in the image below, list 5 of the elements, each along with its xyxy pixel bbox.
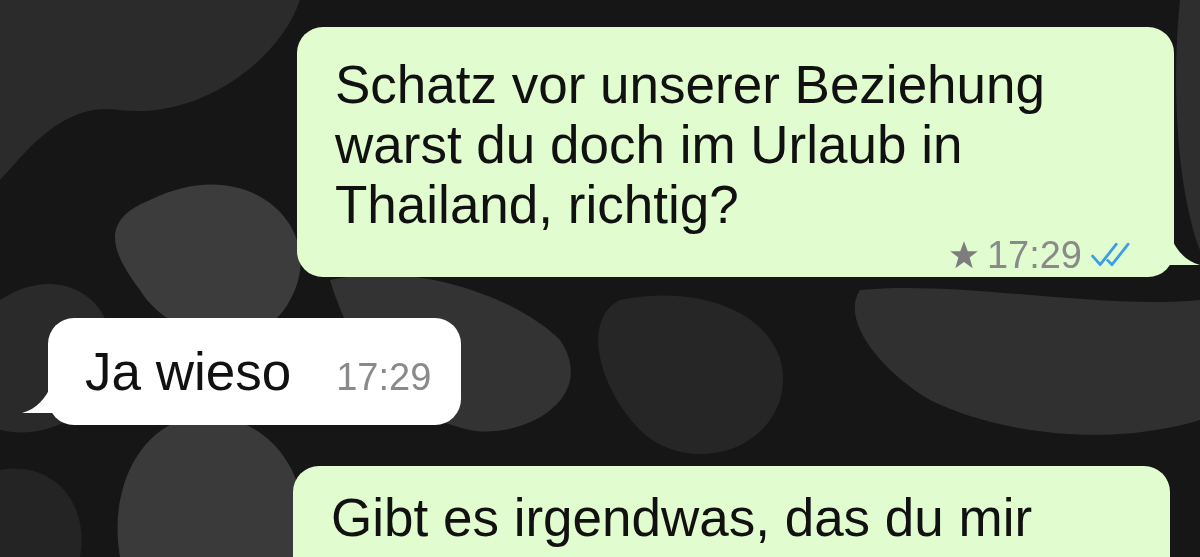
message-time: 17:29 [986, 238, 1082, 272]
message-text: Schatz vor unserer Beziehung warst du doch im Urlaub in Thailand, richtig? [335, 55, 1046, 235]
message-text: Gibt es irgendwas, das du mir [331, 488, 1033, 547]
message-time: 17:29 [336, 355, 432, 399]
message-text: Ja wieso [85, 341, 292, 403]
